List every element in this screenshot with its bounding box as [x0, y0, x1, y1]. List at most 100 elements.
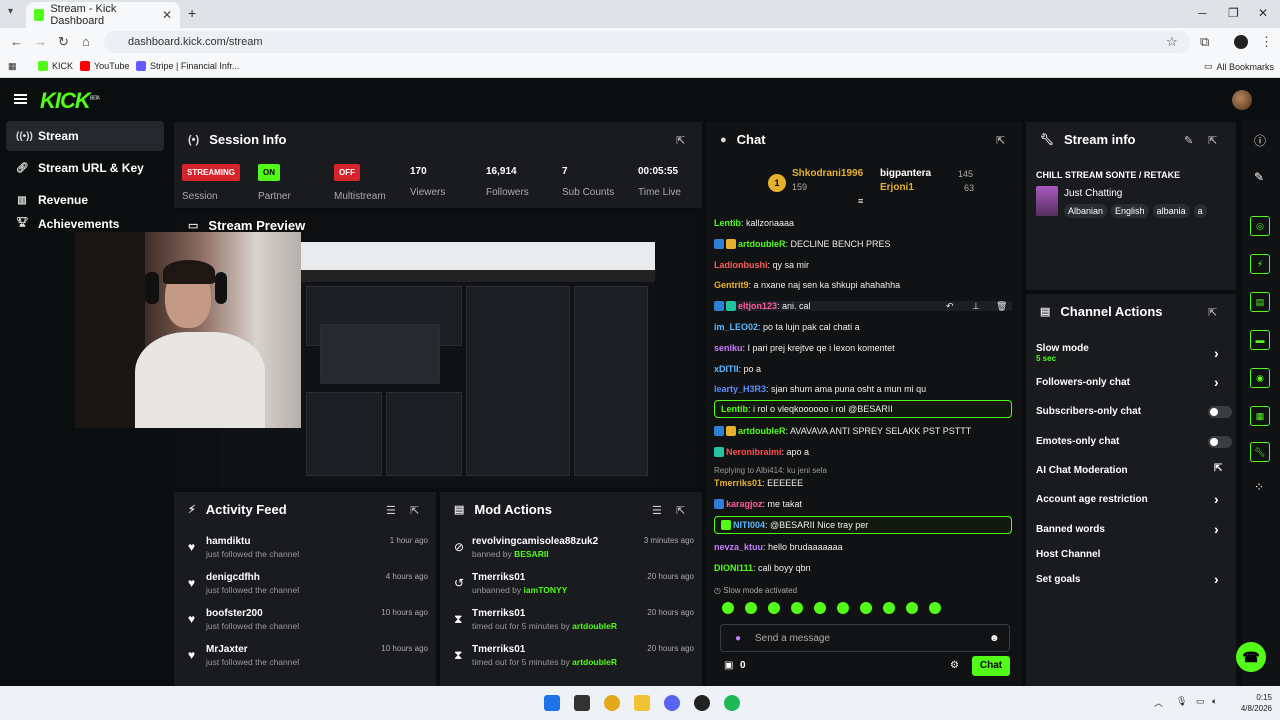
- sidebar-item-revenue[interactable]: ▥ Revenue: [6, 185, 164, 215]
- sidebar-item-achievements[interactable]: 🏆︎ Achievements: [6, 217, 164, 233]
- emote-icon[interactable]: [814, 602, 826, 614]
- document-icon[interactable]: ▤: [1250, 292, 1270, 312]
- document-icon: ▤: [1040, 306, 1051, 318]
- tab-title: Stream - Kick Dashboard: [50, 3, 117, 27]
- emote-icon[interactable]: [837, 602, 849, 614]
- network-icon[interactable]: ▭: [1196, 696, 1205, 707]
- forward-icon[interactable]: →: [34, 34, 47, 49]
- chat-send-button[interactable]: Chat: [972, 656, 1010, 676]
- emotes-only-toggle[interactable]: [1208, 436, 1232, 448]
- kick-logo[interactable]: KICKBETA: [40, 88, 100, 114]
- info-icon[interactable]: ⓘ: [1254, 132, 1266, 149]
- volume-icon[interactable]: 🔈︎: [1212, 696, 1217, 707]
- menu-kebab-icon[interactable]: ⋮: [1260, 34, 1273, 50]
- sub-counts-stat: 7 Sub Counts: [562, 166, 615, 198]
- user-avatar[interactable]: [1232, 90, 1252, 110]
- settings-icon[interactable]: ⚙: [950, 660, 959, 671]
- system-clock[interactable]: 0:15 4/8/2026: [1228, 692, 1272, 714]
- chat-bubble-icon[interactable]: ▬: [1250, 330, 1270, 350]
- all-bookmarks[interactable]: ▭ All Bookmarks: [1204, 61, 1274, 72]
- expand-icon[interactable]: ⇱: [996, 134, 1005, 147]
- apps-grid-icon[interactable]: ▦: [8, 61, 17, 72]
- tab-search-icon[interactable]: ▾: [8, 6, 13, 17]
- account-age-row[interactable]: Account age restriction ›: [1036, 491, 1226, 507]
- pin-icon[interactable]: ⊥: [972, 301, 980, 311]
- emote-icon[interactable]: [883, 602, 895, 614]
- file-explorer-icon[interactable]: [634, 695, 650, 711]
- edit-icon[interactable]: ✎: [1254, 170, 1264, 184]
- maximize-icon[interactable]: ❐: [1228, 6, 1239, 20]
- emote-icon[interactable]: [745, 602, 757, 614]
- filter-icon[interactable]: ≡: [858, 196, 863, 206]
- chat-message: artdoubleR: AVAVAVA ANTI SPREY SELAKK PS…: [714, 426, 1012, 436]
- chrome-icon[interactable]: [604, 695, 620, 711]
- expand-icon[interactable]: ⇱: [676, 504, 685, 517]
- tag: Albanian: [1064, 204, 1108, 218]
- minimize-icon[interactable]: ─: [1198, 6, 1207, 20]
- expand-icon[interactable]: ⇱: [676, 134, 685, 147]
- task-view-icon[interactable]: [574, 695, 590, 711]
- profile-avatar[interactable]: [1234, 35, 1248, 49]
- edit-icon[interactable]: ✎: [1184, 134, 1193, 147]
- emote-icon[interactable]: [722, 602, 734, 614]
- emote-icon[interactable]: [929, 602, 941, 614]
- expand-icon[interactable]: ⇱: [1208, 306, 1217, 319]
- layers-icon[interactable]: ▦: [1250, 406, 1270, 426]
- close-window-icon[interactable]: ✕: [1258, 6, 1268, 20]
- category-thumbnail[interactable]: [1036, 186, 1058, 216]
- bolt-icon[interactable]: ⚡︎: [1250, 254, 1270, 274]
- expand-icon[interactable]: ⇱: [410, 504, 419, 517]
- extensions-icon[interactable]: ⧉: [1200, 34, 1209, 50]
- home-icon[interactable]: ⌂: [82, 34, 90, 49]
- os-taskbar: ︿ 🎙︎ ▭ 🔈︎ 0:15 4/8/2026: [0, 686, 1280, 720]
- browser-tab[interactable]: Stream - Kick Dashboard ✕: [26, 2, 180, 28]
- obs-icon[interactable]: [694, 695, 710, 711]
- reply-icon[interactable]: ↶: [946, 301, 954, 311]
- tray-chevron-icon[interactable]: ︿: [1154, 696, 1163, 709]
- reload-icon[interactable]: ↻: [58, 34, 69, 50]
- discord-icon[interactable]: [664, 695, 680, 711]
- chat-message-input[interactable]: ● Send a message ☻: [720, 624, 1010, 652]
- bookmark-kick[interactable]: KICK: [38, 61, 73, 71]
- wrench-icon[interactable]: 🔧︎: [1250, 442, 1270, 462]
- emote-icon[interactable]: [906, 602, 918, 614]
- followers-only-row[interactable]: Followers-only chat ›: [1036, 374, 1226, 390]
- spotify-icon[interactable]: [724, 695, 740, 711]
- microphone-icon[interactable]: 🎙︎: [1176, 696, 1187, 707]
- filter-icon[interactable]: ☰: [652, 504, 662, 517]
- chat-message: Gentrit9: a nxane naj sen ka shkupi ahah…: [714, 280, 901, 290]
- start-icon[interactable]: [544, 695, 560, 711]
- hamburger-menu-icon[interactable]: [14, 94, 27, 104]
- sidebar-item-stream[interactable]: ((•)) Stream: [6, 121, 164, 151]
- new-tab-icon[interactable]: +: [188, 5, 196, 21]
- address-bar[interactable]: dashboard.kick.com/stream: [104, 31, 1190, 53]
- broadcast-icon[interactable]: ◉: [1250, 368, 1270, 388]
- gift-icon[interactable]: ▣: [724, 660, 733, 671]
- emote-icon[interactable]: [791, 602, 803, 614]
- tag: English: [1111, 204, 1149, 218]
- bookmark-star-icon[interactable]: ☆: [1166, 34, 1178, 50]
- emote-icon[interactable]: [860, 602, 872, 614]
- bookmark-stripe[interactable]: Stripe | Financial Infr...: [136, 61, 239, 71]
- apps-icon[interactable]: ⁘: [1254, 480, 1264, 494]
- emoji-icon[interactable]: ☻: [989, 633, 1000, 644]
- filter-icon[interactable]: ☰: [386, 504, 396, 517]
- expand-icon[interactable]: ⇱: [1208, 134, 1217, 147]
- delete-icon[interactable]: 🗑︎: [996, 301, 1007, 311]
- slow-mode-row[interactable]: Slow mode 5 sec ›: [1036, 343, 1226, 363]
- target-icon[interactable]: ◎: [1250, 216, 1270, 236]
- banned-words-row[interactable]: Banned words ›: [1036, 521, 1226, 537]
- subscribers-only-toggle[interactable]: [1208, 406, 1232, 418]
- bookmark-youtube[interactable]: YouTube: [80, 61, 129, 71]
- set-goals-row[interactable]: Set goals ›: [1036, 571, 1226, 587]
- broadcast-icon: (•): [188, 133, 200, 146]
- microphone-icon[interactable]: ●: [735, 633, 741, 644]
- ai-moderation-row[interactable]: AI Chat Moderation ⇱: [1036, 463, 1226, 476]
- support-chat-icon[interactable]: ☎: [1236, 642, 1266, 672]
- host-channel-row[interactable]: Host Channel: [1036, 549, 1226, 560]
- close-tab-icon[interactable]: ✕: [162, 8, 172, 22]
- sidebar-item-stream-url-key[interactable]: 🔗︎ Stream URL & Key: [6, 153, 164, 183]
- back-icon[interactable]: ←: [10, 34, 23, 49]
- emote-icon[interactable]: [768, 602, 780, 614]
- category-name[interactable]: Just Chatting: [1064, 188, 1122, 199]
